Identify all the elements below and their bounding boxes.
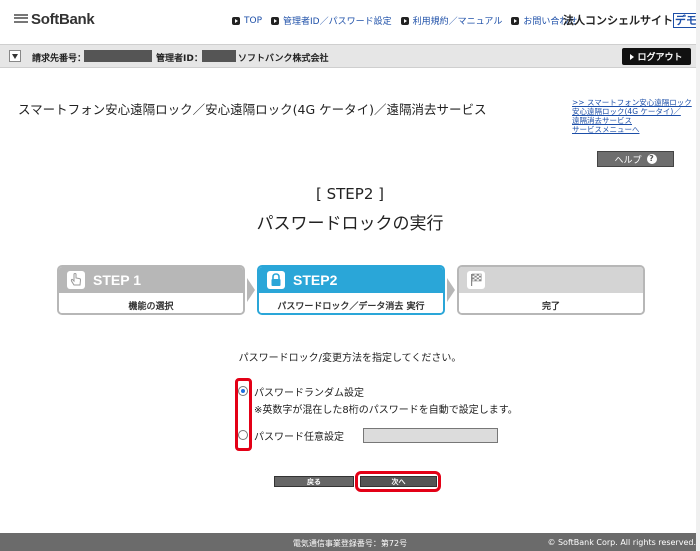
custom-password-radio[interactable] xyxy=(238,430,248,440)
arrow-bullet-icon xyxy=(232,16,240,25)
step-3-card: 完了 xyxy=(457,265,645,315)
top-header: SoftBank TOP 管理者ID／パスワード設定 利用規約／マニュアル お問… xyxy=(0,0,700,40)
nav-terms-manual-link[interactable]: 利用規約／マニュアル xyxy=(400,14,503,27)
step-2-card: STEP2 パスワードロック／データ消去 実行 xyxy=(257,265,445,315)
back-button[interactable]: 戻る xyxy=(274,476,354,487)
logout-button[interactable]: ログアウト xyxy=(622,48,691,65)
top-nav: TOP 管理者ID／パスワード設定 利用規約／マニュアル お問い合わせ xyxy=(232,14,577,27)
masked-admin-id xyxy=(202,50,236,62)
step-1-number: STEP 1 xyxy=(93,272,141,288)
nav-admin-settings-link[interactable]: 管理者ID／パスワード設定 xyxy=(271,14,392,27)
copyright: © SoftBank Corp. All rights reserved. xyxy=(547,538,696,547)
step-3-label: 完了 xyxy=(459,293,643,313)
site-title-text: 法人コンシェルサイト xyxy=(563,14,673,27)
nav-label: TOP xyxy=(244,15,263,26)
nav-top-link[interactable]: TOP xyxy=(232,14,262,27)
lock-icon xyxy=(267,271,285,289)
step-2-header: STEP2 xyxy=(259,267,443,293)
step-title: パスワードロックの実行 xyxy=(256,214,444,234)
arrow-bullet-icon xyxy=(400,16,409,25)
service-menu-link[interactable]: >> スマートフォン安心遠隔ロック 安心遠隔ロック(4G ケータイ)／ 遠隔消去… xyxy=(572,98,692,134)
step-1-header: STEP 1 xyxy=(59,267,243,293)
step-2-number: STEP2 xyxy=(293,272,338,288)
random-password-note: ※英数字が混在した8桁のパスワードを自動で設定します。 xyxy=(254,405,518,416)
instruction-text: パスワードロック/変更方法を指定してください。 xyxy=(238,353,462,364)
custom-password-input[interactable] xyxy=(363,428,498,443)
user-info-bar: 請求先番号： 管理者ID： ソフトバンク株式会社 ログアウト xyxy=(0,44,700,68)
service-menu-link-line: 遠隔消去サービス xyxy=(572,116,632,125)
next-button[interactable]: 次へ xyxy=(360,476,437,487)
billing-number-label: 請求先番号： xyxy=(32,54,87,64)
random-password-radio[interactable] xyxy=(238,386,248,396)
logo-bars-icon xyxy=(14,13,28,23)
logout-label: ログアウト xyxy=(637,53,683,63)
softbank-logo[interactable]: SoftBank xyxy=(14,11,95,28)
masked-billing-number xyxy=(84,50,152,62)
step-arrow-icon xyxy=(447,278,455,302)
arrow-right-icon xyxy=(630,53,635,60)
service-menu-link-line: >> スマートフォン安心遠隔ロック xyxy=(572,98,692,107)
step-2-label: パスワードロック／データ消去 実行 xyxy=(259,293,443,313)
custom-password-label: パスワード任意設定 xyxy=(254,432,344,443)
question-icon: ? xyxy=(646,154,657,164)
step-3-header xyxy=(459,267,643,293)
nav-label: 管理者ID／パスワード設定 xyxy=(283,17,392,27)
service-menu-link-line: 安心遠隔ロック(4G ケータイ)／ xyxy=(572,107,681,116)
checkered-flag-icon xyxy=(467,271,485,289)
page-title: スマートフォン安心遠隔ロック／安心遠隔ロック(4G ケータイ)／遠隔消去サービス xyxy=(18,102,487,117)
help-button[interactable]: ヘルプ? xyxy=(597,151,674,167)
menu-dropdown-icon[interactable] xyxy=(9,50,21,62)
hand-pointer-icon xyxy=(67,271,85,289)
arrow-bullet-icon xyxy=(511,16,520,25)
random-password-label: パスワードランダム設定 xyxy=(254,388,364,399)
nav-label: 利用規約／マニュアル xyxy=(412,17,503,27)
scrollbar-track[interactable] xyxy=(696,0,700,551)
step-arrow-icon xyxy=(247,278,255,302)
help-label: ヘルプ xyxy=(614,155,642,166)
admin-id-label: 管理者ID： xyxy=(156,54,203,64)
footer: 電気通信事業登録番号：第72号 © SoftBank Corp. All rig… xyxy=(0,533,700,551)
logo-text: SoftBank xyxy=(31,11,95,28)
company-name: ソフトバンク株式会社 xyxy=(238,54,329,64)
step-heading: [ STEP2 ] xyxy=(316,185,384,203)
service-menu-link-line: サービスメニューへ xyxy=(572,125,640,134)
arrow-bullet-icon xyxy=(271,16,280,25)
step-1-label: 機能の選択 xyxy=(59,293,243,313)
step-1-card: STEP 1 機能の選択 xyxy=(57,265,245,315)
site-title: 法人コンシェルサイト デモ xyxy=(563,12,699,28)
